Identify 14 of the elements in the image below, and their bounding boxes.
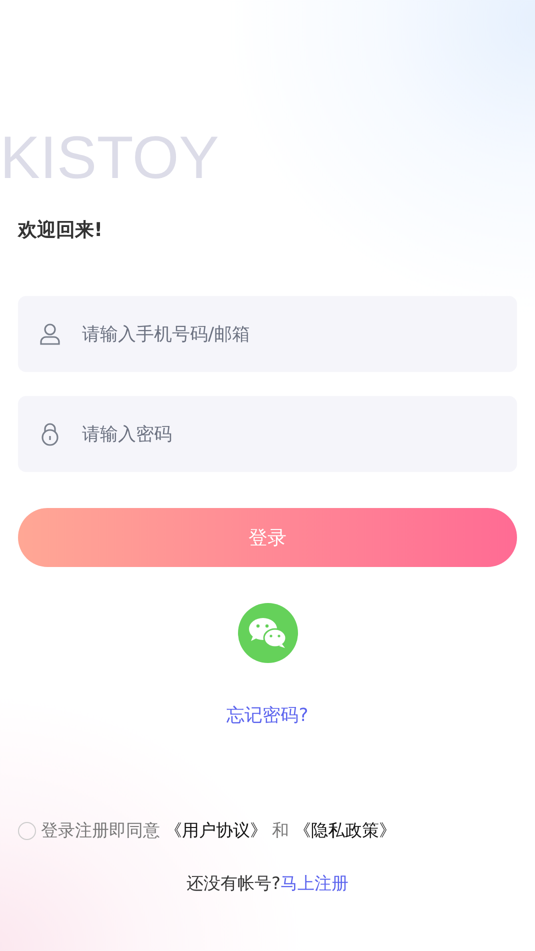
- agreement-text: 登录注册即同意: [41, 820, 160, 842]
- privacy-policy-link[interactable]: 《隐私政策》: [294, 819, 396, 842]
- register-link[interactable]: 马上注册: [280, 872, 349, 895]
- lock-icon: [40, 422, 60, 446]
- input-field[interactable]: 请输入密码: [18, 396, 517, 472]
- user-icon: [40, 323, 60, 345]
- no-account-text: 还没有帐号?: [186, 873, 281, 895]
- input-field[interactable]: 请输入手机号码/邮箱: [18, 296, 517, 372]
- forgot-password-link[interactable]: 忘记密码?: [226, 703, 308, 727]
- user-agreement-link[interactable]: 《用户协议》: [165, 819, 267, 842]
- agreement-joiner: 和: [272, 820, 289, 842]
- agreement-checkbox[interactable]: [18, 822, 36, 840]
- wechat-icon[interactable]: [238, 603, 298, 663]
- welcome-heading: 欢迎回来!: [18, 218, 103, 243]
